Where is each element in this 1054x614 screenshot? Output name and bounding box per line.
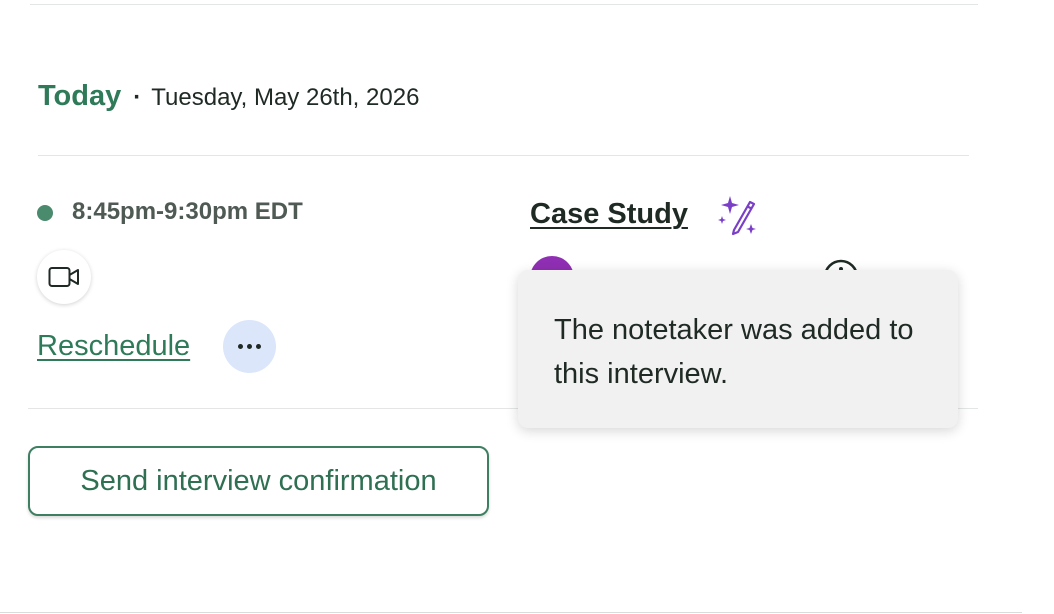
day-header: Today · Tuesday, May 26th, 2026 bbox=[38, 80, 419, 113]
bottom-divider bbox=[0, 612, 1022, 613]
sparkle-pencil-icon[interactable] bbox=[716, 194, 760, 238]
more-dots-icon bbox=[256, 344, 261, 349]
send-interview-confirmation-button[interactable]: Send interview confirmation bbox=[28, 446, 489, 516]
event-time: 8:45pm-9:30pm EDT bbox=[72, 198, 303, 225]
interview-title-link[interactable]: Case Study bbox=[530, 198, 688, 231]
today-label: Today bbox=[38, 80, 122, 112]
more-dots-icon bbox=[238, 344, 243, 349]
video-call-button[interactable] bbox=[37, 250, 91, 304]
top-divider bbox=[30, 4, 978, 5]
date-separator: · bbox=[133, 84, 142, 111]
notetaker-tooltip: The notetaker was added to this intervie… bbox=[518, 270, 958, 428]
reschedule-link[interactable]: Reschedule bbox=[37, 330, 190, 363]
more-options-button[interactable] bbox=[223, 320, 276, 373]
status-dot bbox=[37, 205, 53, 221]
date-label: Tuesday, May 26th, 2026 bbox=[151, 84, 420, 111]
day-divider bbox=[38, 155, 969, 156]
video-camera-icon bbox=[48, 267, 79, 287]
more-dots-icon bbox=[247, 344, 252, 349]
